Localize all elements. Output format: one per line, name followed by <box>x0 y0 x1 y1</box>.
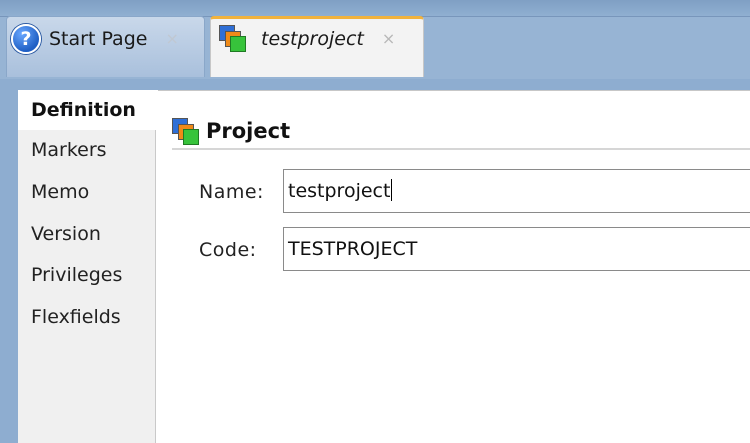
tab-testproject[interactable]: testproject × <box>210 16 424 77</box>
name-label: Name: <box>199 181 264 203</box>
nav-item-privileges[interactable]: Privileges <box>18 255 156 295</box>
nav-item-memo[interactable]: Memo <box>18 172 156 212</box>
section-header: Project <box>172 114 750 150</box>
text-cursor <box>391 179 393 201</box>
project-icon <box>219 25 247 53</box>
tab-label: testproject <box>261 28 364 50</box>
section-title: Project <box>206 119 291 143</box>
tab-label: Start Page <box>49 28 148 50</box>
code-label: Code: <box>199 239 257 261</box>
name-value: testproject <box>288 180 391 202</box>
definition-nav-panel: Definition Markers Memo Version Privileg… <box>18 90 158 443</box>
name-field[interactable]: testproject <box>283 169 750 213</box>
nav-item-version[interactable]: Version <box>18 214 156 254</box>
nav-item-markers[interactable]: Markers <box>18 130 156 170</box>
window-top-bar <box>0 0 750 17</box>
tab-start-page[interactable]: ? Start Page × <box>6 16 205 77</box>
code-value: TESTPROJECT <box>288 238 418 260</box>
project-icon <box>172 117 200 146</box>
nav-item-flexfields[interactable]: Flexfields <box>18 297 156 337</box>
close-icon[interactable]: × <box>165 24 178 54</box>
help-icon: ? <box>11 24 41 54</box>
code-field[interactable]: TESTPROJECT <box>283 227 750 271</box>
nav-item-definition[interactable]: Definition <box>18 90 158 130</box>
close-icon[interactable]: × <box>382 24 395 54</box>
